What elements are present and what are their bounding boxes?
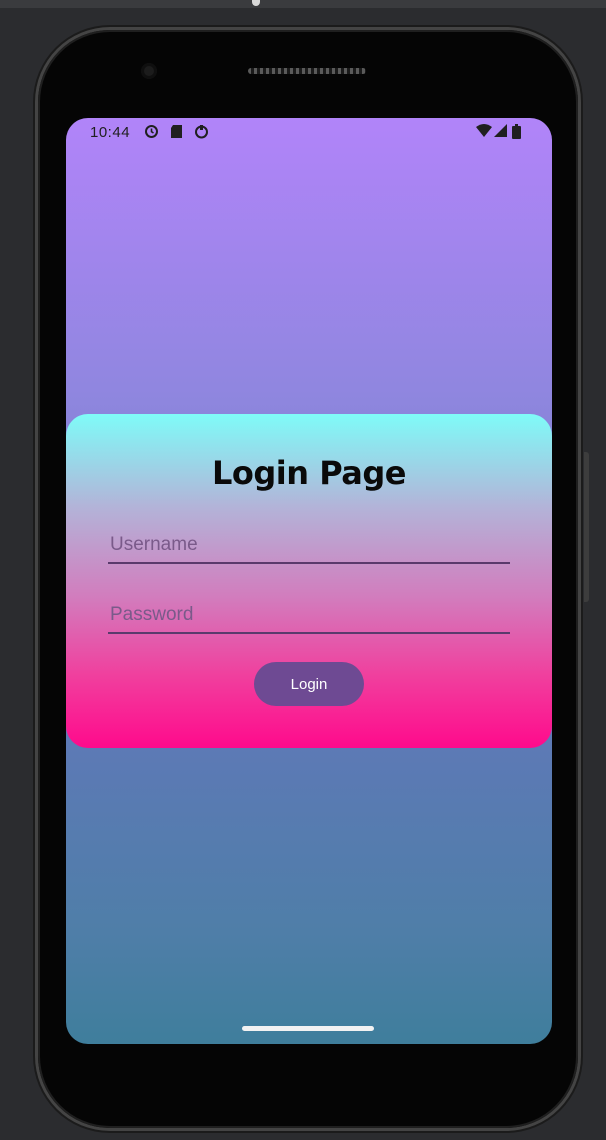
sync-icon [194,124,209,142]
status-time: 10:44 [90,124,131,141]
front-camera [141,63,157,79]
wifi-icon [476,124,492,141]
login-card: Login Page Login [66,414,552,748]
signal-icon [494,124,508,141]
home-indicator[interactable] [242,1026,374,1031]
device-screen: 10:44 Login Page Login [66,118,552,1044]
power-button[interactable] [584,452,589,602]
emulator-handle [252,0,260,6]
status-bar: 10:44 [66,118,552,148]
page-title: Login Page [212,454,406,492]
sd-card-icon [170,124,183,142]
password-input[interactable] [108,598,510,634]
username-input[interactable] [108,528,510,564]
alarm-icon [144,124,159,142]
battery-icon [512,124,521,142]
earpiece-speaker [248,68,366,74]
emulator-top-bar [0,0,606,8]
login-button[interactable]: Login [254,662,364,706]
